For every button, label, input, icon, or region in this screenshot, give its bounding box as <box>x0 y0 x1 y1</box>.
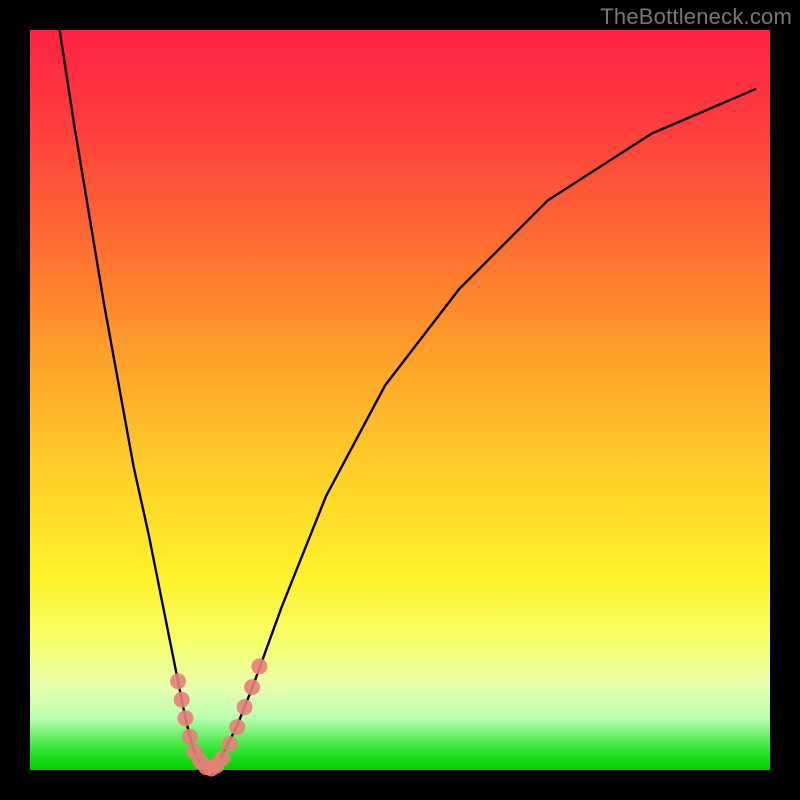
highlight-point <box>237 699 253 715</box>
highlight-point <box>244 679 260 695</box>
highlight-point <box>170 673 186 689</box>
plot-area <box>30 30 770 770</box>
chart-frame: TheBottleneck.com <box>0 0 800 800</box>
highlight-point <box>222 736 238 752</box>
curve-bottleneck-curve <box>60 30 756 770</box>
highlight-point <box>251 658 267 674</box>
watermark-text: TheBottleneck.com <box>600 4 792 30</box>
highlight-point <box>174 692 190 708</box>
highlight-point <box>229 719 245 735</box>
highlight-point <box>214 750 230 766</box>
chart-svg <box>30 30 770 770</box>
highlight-point <box>182 729 198 745</box>
highlight-point <box>177 710 193 726</box>
